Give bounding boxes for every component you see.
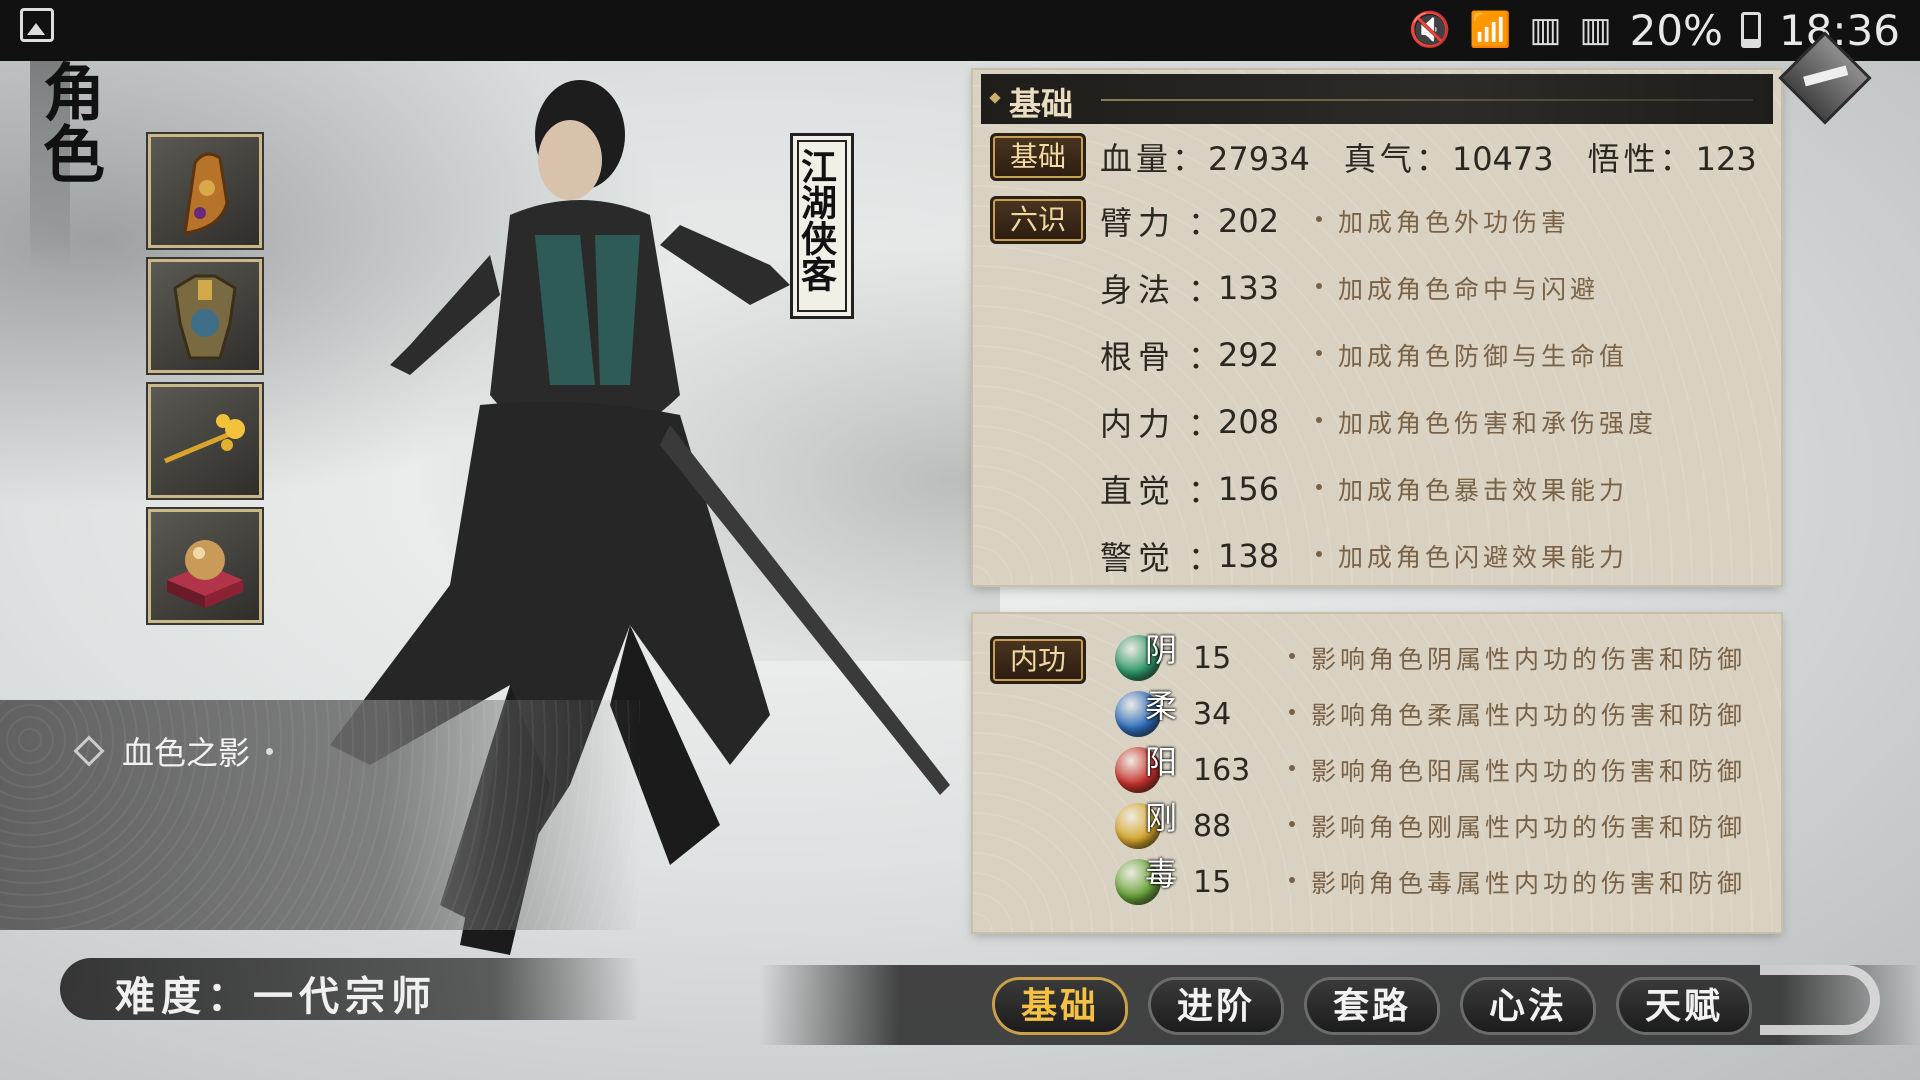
neigong-row-yin: 阴 15 影响角色阴属性内功的伤害和防御 xyxy=(1115,631,1746,683)
equip-set-name: 血色之影 xyxy=(122,734,251,772)
stat-value: 202 xyxy=(1218,202,1280,240)
equip-slot-accessory[interactable] xyxy=(148,509,262,623)
diamond-icon xyxy=(989,92,1001,104)
element-desc: 影响角色阳属性内功的伤害和防御 xyxy=(1289,752,1746,788)
tab-bar: 基础 进阶 套路 心法 天赋 xyxy=(995,980,1749,1032)
stat-row-neili: 内力： 208 加成角色伤害和承伤强度 xyxy=(1100,397,1657,447)
battery-icon xyxy=(1740,12,1761,48)
stat-label: 根骨 xyxy=(1100,338,1177,376)
stat-label: 内力 xyxy=(1100,405,1177,443)
stat-row-shenfa: 身法： 133 加成角色命中与闪避 xyxy=(1100,263,1599,313)
element-char: 毒 xyxy=(1145,855,1178,893)
yin-orb-icon: 阴 xyxy=(1115,631,1177,681)
equip-set[interactable]: 血色之影 xyxy=(73,728,274,774)
difficulty-banner: 难度：一代宗师 xyxy=(60,958,640,1020)
element-char: 阴 xyxy=(1145,631,1178,669)
character-title-plaque: 江湖侠客 xyxy=(790,133,854,319)
tab-mind-method[interactable]: 心法 xyxy=(1463,980,1593,1032)
equip-slot-armor[interactable] xyxy=(148,259,262,373)
stat-value: 208 xyxy=(1218,403,1280,441)
neigong-row-du: 毒 15 影响角色毒属性内功的伤害和防御 xyxy=(1115,855,1746,907)
stat-desc: 加成角色暴击效果能力 xyxy=(1316,471,1628,507)
neigong-row-yang: 阳 163 影响角色阳属性内功的伤害和防御 xyxy=(1115,743,1746,795)
core-stats-row: 血量：27934 真气：10473 悟性：123 xyxy=(1100,134,1757,180)
element-desc: 影响角色刚属性内功的伤害和防御 xyxy=(1289,808,1746,844)
stat-desc: 加成角色闪避效果能力 xyxy=(1316,538,1628,574)
element-char: 阳 xyxy=(1145,743,1178,781)
tag-basic: 基础 xyxy=(990,133,1086,181)
element-char: 刚 xyxy=(1145,799,1178,837)
element-value: 15 xyxy=(1193,864,1232,900)
header-divider xyxy=(1101,99,1753,101)
back-hook-icon[interactable] xyxy=(1760,965,1880,1035)
stat-label: 直觉 xyxy=(1100,472,1177,510)
yang-orb-icon: 阳 xyxy=(1115,743,1177,793)
element-desc: 影响角色毒属性内功的伤害和防御 xyxy=(1289,864,1746,900)
stat-value: 156 xyxy=(1218,470,1280,508)
panel-header: 基础 xyxy=(981,74,1773,124)
element-value: 163 xyxy=(1193,752,1251,788)
element-char: 柔 xyxy=(1145,687,1178,725)
gang-orb-icon: 刚 xyxy=(1115,799,1177,849)
mute-icon: 🔇 xyxy=(1408,10,1451,50)
neigong-row-rou: 柔 34 影响角色柔属性内功的伤害和防御 xyxy=(1115,687,1746,739)
equip-slot-hairpin[interactable] xyxy=(148,384,262,498)
rou-orb-icon: 柔 xyxy=(1115,687,1177,737)
stat-value: 133 xyxy=(1218,269,1280,307)
sim1-icon: ▥ xyxy=(1529,10,1562,50)
qi-value: 10473 xyxy=(1451,140,1554,178)
stat-desc: 加成角色命中与闪避 xyxy=(1316,270,1599,306)
wifi-icon: 📶 xyxy=(1469,10,1512,50)
tab-routines[interactable]: 套路 xyxy=(1307,980,1437,1032)
stat-row-zhijue: 直觉： 156 加成角色暴击效果能力 xyxy=(1100,464,1628,514)
wuxing-label: 悟性： xyxy=(1587,140,1696,178)
stat-row-gengu: 根骨： 292 加成角色防御与生命值 xyxy=(1100,330,1628,380)
du-orb-icon: 毒 xyxy=(1115,855,1177,905)
clock: 18:36 xyxy=(1778,5,1900,55)
battery-percent: 20% xyxy=(1629,5,1723,55)
diamond-icon xyxy=(73,735,105,767)
element-value: 88 xyxy=(1193,808,1232,844)
tab-advanced[interactable]: 进阶 xyxy=(1151,980,1281,1032)
gauntlet-icon xyxy=(183,152,229,235)
tag-six-senses: 六识 xyxy=(990,196,1086,244)
armor-icon xyxy=(173,274,237,360)
tag-neigong: 内功 xyxy=(990,636,1086,684)
element-value: 15 xyxy=(1193,640,1232,676)
character-title: 江湖侠客 xyxy=(795,148,837,292)
neigong-row-gang: 刚 88 影响角色刚属性内功的伤害和防御 xyxy=(1115,799,1746,851)
orb-pedestal-icon xyxy=(167,540,243,608)
stat-desc: 加成角色外功伤害 xyxy=(1316,203,1570,239)
element-desc: 影响角色阴属性内功的伤害和防御 xyxy=(1289,640,1746,676)
element-value: 34 xyxy=(1193,696,1232,732)
panel-header-title: 基础 xyxy=(1009,85,1074,123)
wuxing-value: 123 xyxy=(1695,140,1757,178)
stat-label: 身法 xyxy=(1100,271,1177,309)
hp-label: 血量： xyxy=(1100,140,1209,178)
status-bar: 🔇 📶 ▥ ▥ 20% 18:36 xyxy=(0,0,1920,61)
tab-basic[interactable]: 基础 xyxy=(995,980,1125,1032)
stat-label: 警觉 xyxy=(1100,539,1177,577)
sim2-icon: ▥ xyxy=(1579,10,1612,50)
stat-row-jingjue: 警觉： 138 加成角色闪避效果能力 xyxy=(1100,531,1628,581)
element-desc: 影响角色柔属性内功的伤害和防御 xyxy=(1289,696,1746,732)
tab-talent[interactable]: 天赋 xyxy=(1619,980,1749,1032)
gallery-icon xyxy=(20,8,54,42)
stat-desc: 加成角色伤害和承伤强度 xyxy=(1316,404,1657,440)
stat-value: 292 xyxy=(1218,336,1280,374)
qi-label: 真气： xyxy=(1343,140,1452,178)
screen-title: 角色 xyxy=(32,60,105,184)
difficulty-label: 难度：一代宗师 xyxy=(115,973,437,1020)
stat-value: 138 xyxy=(1218,537,1280,575)
hairpin-icon xyxy=(164,414,245,464)
hp-value: 27934 xyxy=(1208,140,1310,178)
dot-icon xyxy=(266,747,274,755)
stat-desc: 加成角色防御与生命值 xyxy=(1316,337,1628,373)
stat-row-bili: 臂力： 202 加成角色外功伤害 xyxy=(1100,196,1570,246)
equip-slot-gauntlet[interactable] xyxy=(148,134,262,248)
stat-label: 臂力 xyxy=(1100,204,1177,242)
